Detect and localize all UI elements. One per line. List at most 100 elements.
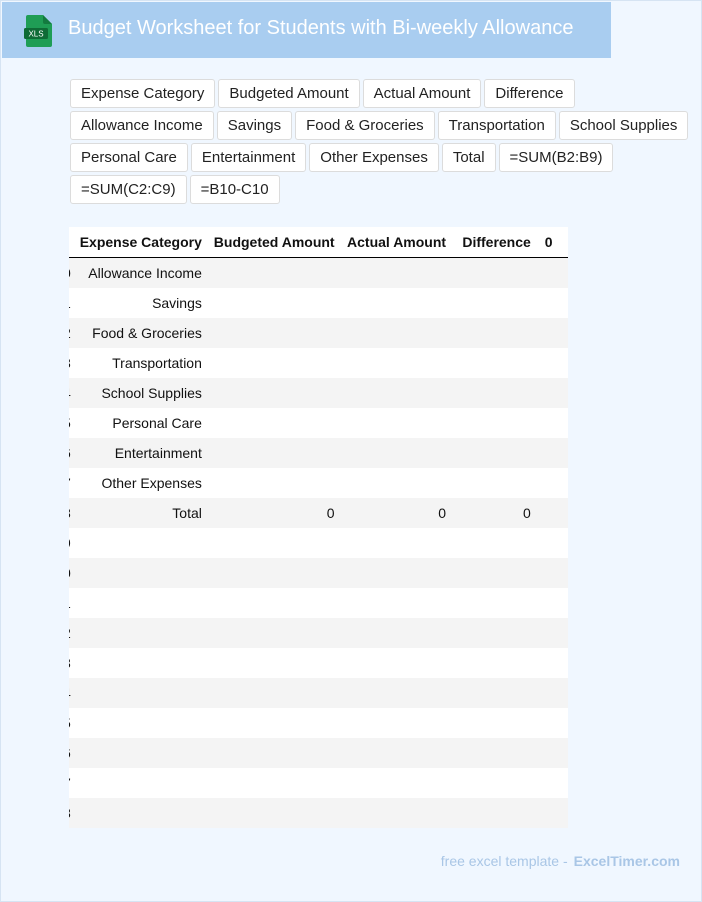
table-cell[interactable] (208, 618, 342, 648)
table-cell[interactable] (537, 768, 568, 798)
keyword-chip[interactable]: Actual Amount (362, 79, 482, 108)
keyword-chip[interactable]: Transportation (437, 111, 556, 140)
table-cell[interactable] (72, 648, 209, 678)
keyword-chip[interactable]: Expense Category (70, 79, 216, 108)
table-cell[interactable] (341, 588, 454, 618)
table-cell[interactable] (537, 798, 568, 828)
table-cell[interactable] (208, 798, 342, 828)
table-cell[interactable] (341, 558, 454, 588)
table-cell[interactable] (453, 257, 538, 288)
table-cell[interactable] (208, 468, 342, 498)
table-cell[interactable]: 0 (208, 498, 342, 528)
table-cell[interactable] (72, 528, 209, 558)
table-cell[interactable] (453, 738, 538, 768)
table-cell[interactable] (72, 738, 209, 768)
table-cell[interactable] (341, 708, 454, 738)
table-cell[interactable] (453, 348, 538, 378)
table-cell[interactable] (453, 318, 538, 348)
table-cell[interactable] (453, 648, 538, 678)
table-cell[interactable] (537, 558, 568, 588)
table-cell[interactable] (72, 588, 209, 618)
keyword-chip[interactable]: Food & Groceries (295, 111, 435, 140)
table-cell[interactable] (208, 768, 342, 798)
table-cell[interactable] (341, 768, 454, 798)
table-cell[interactable] (341, 618, 454, 648)
table-cell[interactable] (208, 558, 342, 588)
table-cell[interactable] (208, 438, 342, 468)
table-cell[interactable]: Other Expenses (72, 468, 209, 498)
table-cell[interactable] (537, 438, 568, 468)
keyword-chip[interactable]: Total (441, 143, 496, 172)
table-cell[interactable] (453, 588, 538, 618)
keyword-chip[interactable]: Personal Care (70, 143, 188, 172)
table-cell[interactable] (537, 288, 568, 318)
table-cell[interactable]: Food & Groceries (72, 318, 209, 348)
table-cell[interactable]: Savings (72, 288, 209, 318)
table-cell[interactable] (537, 678, 568, 708)
table-cell[interactable] (72, 768, 209, 798)
table-cell[interactable] (453, 408, 538, 438)
table-cell[interactable] (537, 498, 568, 528)
keyword-chip[interactable]: Entertainment (190, 143, 307, 172)
table-cell[interactable] (537, 348, 568, 378)
table-cell[interactable] (208, 528, 342, 558)
keyword-chip[interactable]: =SUM(C2:C9) (70, 175, 187, 204)
table-cell[interactable] (341, 468, 454, 498)
table-cell[interactable] (341, 648, 454, 678)
table-cell[interactable]: Transportation (72, 348, 209, 378)
table-cell[interactable] (537, 708, 568, 738)
table-cell[interactable] (72, 678, 209, 708)
table-cell[interactable] (537, 738, 568, 768)
table-cell[interactable] (453, 618, 538, 648)
table-cell[interactable] (453, 468, 538, 498)
table-cell[interactable] (208, 348, 342, 378)
table-cell[interactable] (208, 408, 342, 438)
table-cell[interactable]: Personal Care (72, 408, 209, 438)
keyword-chip[interactable]: Savings (216, 111, 293, 140)
table-cell[interactable] (341, 318, 454, 348)
table-cell[interactable] (341, 408, 454, 438)
table-cell[interactable] (537, 408, 568, 438)
table-cell[interactable] (72, 558, 209, 588)
keyword-chip[interactable]: Difference (484, 79, 575, 108)
table-cell[interactable] (72, 618, 209, 648)
table-cell[interactable] (537, 468, 568, 498)
table-cell[interactable] (537, 378, 568, 408)
table-cell[interactable] (72, 798, 209, 828)
keyword-chip[interactable]: =SUM(B2:B9) (498, 143, 614, 172)
table-cell[interactable] (453, 438, 538, 468)
table-cell[interactable] (453, 378, 538, 408)
table-cell[interactable]: Entertainment (72, 438, 209, 468)
table-cell[interactable] (537, 318, 568, 348)
keyword-chip[interactable]: School Supplies (558, 111, 689, 140)
table-cell[interactable] (208, 257, 342, 288)
keyword-chip[interactable]: =B10-C10 (189, 175, 280, 204)
keyword-chip[interactable]: Allowance Income (70, 111, 214, 140)
table-cell[interactable] (537, 257, 568, 288)
table-cell[interactable] (537, 588, 568, 618)
table-cell[interactable] (341, 257, 454, 288)
table-cell[interactable] (341, 738, 454, 768)
table-cell[interactable] (341, 528, 454, 558)
table-cell[interactable] (341, 798, 454, 828)
keyword-chip[interactable]: Budgeted Amount (218, 79, 360, 108)
table-cell[interactable] (208, 708, 342, 738)
table-cell[interactable]: Total (72, 498, 209, 528)
table-cell[interactable] (208, 678, 342, 708)
table-cell[interactable] (341, 288, 454, 318)
table-cell[interactable] (453, 678, 538, 708)
table-cell[interactable] (537, 618, 568, 648)
table-cell[interactable] (341, 348, 454, 378)
table-cell[interactable] (208, 288, 342, 318)
table-cell[interactable] (208, 738, 342, 768)
table-cell[interactable] (453, 558, 538, 588)
table-cell[interactable] (537, 648, 568, 678)
table-cell[interactable] (453, 708, 538, 738)
table-cell[interactable] (453, 798, 538, 828)
table-cell[interactable] (537, 528, 568, 558)
table-cell[interactable] (72, 708, 209, 738)
table-cell[interactable]: School Supplies (72, 378, 209, 408)
table-cell[interactable] (341, 438, 454, 468)
table-cell[interactable] (453, 288, 538, 318)
table-cell[interactable]: 0 (453, 498, 538, 528)
